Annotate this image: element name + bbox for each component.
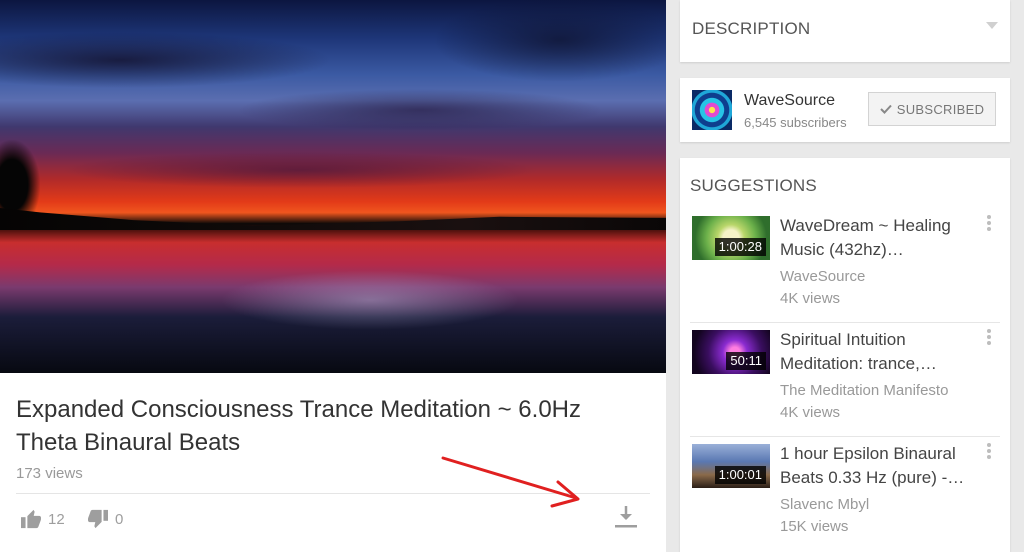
like-count: 12 [48,510,65,528]
subscribed-button[interactable]: SUBSCRIBED [868,92,996,126]
divider [690,322,1000,323]
view-count: 173 views [16,465,83,482]
suggestion-channel: The Meditation Manifesto [780,382,949,399]
suggestion-thumbnail[interactable]: 1:00:01 [692,444,770,488]
like-button[interactable]: 12 [20,509,65,529]
suggestion-item[interactable]: 50:11 Spiritual Intuition Meditation: tr… [680,322,1010,436]
channel-panel: WaveSource 6,545 subscribers SUBSCRIBED [680,78,1010,142]
suggestion-channel: Slavenc Mbyl [780,496,870,513]
dislike-button[interactable]: 0 [87,509,123,529]
suggestion-thumbnail[interactable]: 1:00:28 [692,216,770,260]
channel-avatar[interactable] [692,90,732,130]
more-vert-icon[interactable] [986,214,992,232]
suggestion-channel: WaveSource [780,268,866,285]
check-icon [880,104,892,114]
suggestion-title[interactable]: Spiritual Intuition Meditation: trance,… [780,328,970,376]
thumbs-up-icon [21,509,41,529]
suggestion-thumbnail[interactable]: 50:11 [692,330,770,374]
suggestion-views: 4K views [780,290,841,307]
channel-name[interactable]: WaveSource [744,92,835,110]
suggestion-title[interactable]: 1 hour Epsilon Binaural Beats 0.33 Hz (p… [780,442,970,490]
duration-badge: 1:00:28 [714,238,766,256]
suggestion-item[interactable]: 1:00:01 1 hour Epsilon Binaural Beats 0.… [680,436,1010,550]
more-vert-icon[interactable] [986,442,992,460]
duration-badge: 50:11 [726,352,766,370]
video-frame-reflection [220,270,520,330]
suggestions-heading: SUGGESTIONS [690,176,817,195]
description-heading: DESCRIPTION [692,19,811,38]
download-icon[interactable] [612,503,640,531]
divider [690,436,1000,437]
suggestion-item[interactable]: 1:00:28 WaveDream ~ Healing Music (432hz… [680,208,1010,322]
annotation-arrow [441,456,580,508]
video-player[interactable] [0,0,666,373]
duration-badge: 1:00:01 [714,466,766,484]
description-panel[interactable]: DESCRIPTION [680,0,1010,62]
subscriber-count: 6,545 subscribers [744,115,847,130]
suggestions-panel: SUGGESTIONS 1:00:28 WaveDream ~ Healing … [680,158,1010,552]
suggestion-views: 4K views [780,404,841,421]
chevron-down-icon[interactable] [986,22,998,30]
thumbs-down-icon [88,509,108,529]
more-vert-icon[interactable] [986,328,992,346]
subscribed-label: SUBSCRIBED [896,101,985,117]
suggestion-views: 15K views [780,518,849,535]
suggestion-title[interactable]: WaveDream ~ Healing Music (432hz)… [780,214,970,262]
dislike-count: 0 [115,510,124,528]
